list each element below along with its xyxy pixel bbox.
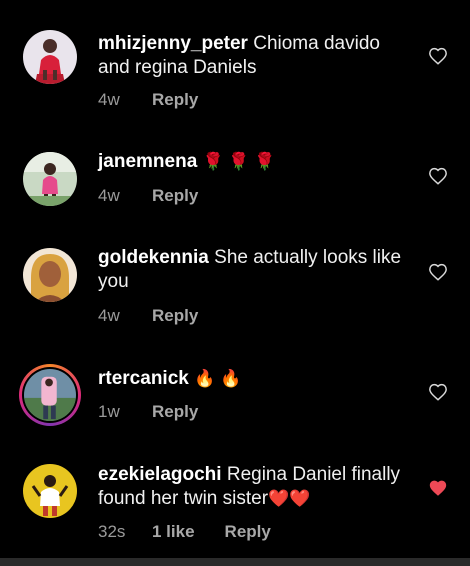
comments-list: mhizjenny_peter Chioma davido and regina… [0, 0, 470, 566]
comment-username[interactable]: goldekennia [98, 247, 209, 268]
comment-username[interactable]: ezekielagochi [98, 464, 222, 485]
comment-emoji: ❤️❤️ [268, 489, 311, 508]
heart-outline-icon[interactable] [428, 263, 448, 281]
reply-button[interactable]: Reply [152, 306, 198, 326]
avatar[interactable] [23, 30, 77, 84]
comment-emoji: 🌹 🌹 🌹 [202, 152, 276, 171]
comment-time: 1w [98, 402, 120, 421]
comment-text: ezekielagochi Regina Daniel finally foun… [98, 463, 408, 511]
comment-meta: 4w Reply [98, 306, 198, 326]
bottom-bar [0, 558, 470, 566]
reply-button[interactable]: Reply [152, 402, 198, 422]
avatar-image [23, 464, 77, 518]
heart-outline-icon[interactable] [428, 383, 448, 401]
comment-emoji: 🔥 🔥 [194, 369, 242, 388]
comment-text: goldekennia She actually looks like you [98, 246, 408, 294]
reply-button[interactable]: Reply [225, 522, 271, 542]
avatar[interactable] [23, 152, 77, 206]
comment-meta: 4w Reply [98, 90, 198, 110]
comment-time: 4w [98, 90, 120, 109]
comment-meta: 32s 1 like Reply [98, 522, 271, 542]
reply-button[interactable]: Reply [152, 90, 198, 110]
comment-text: janemnena 🌹 🌹 🌹 [98, 150, 408, 174]
comment-username[interactable]: rtercanick [98, 368, 189, 389]
avatar-story-ring[interactable] [19, 364, 81, 426]
comment-username[interactable]: janemnena [98, 151, 197, 172]
comment-username[interactable]: mhizjenny_peter [98, 33, 248, 54]
avatar-image [23, 30, 77, 84]
reply-button[interactable]: Reply [152, 186, 198, 206]
comment-meta: 4w Reply [98, 186, 198, 206]
heart-outline-icon[interactable] [428, 47, 448, 65]
heart-outline-icon[interactable] [428, 167, 448, 185]
avatar-image [23, 248, 77, 302]
avatar-image [24, 369, 76, 421]
comment-time: 4w [98, 186, 120, 205]
comment-meta: 1w Reply [98, 402, 198, 422]
comment-text: mhizjenny_peter Chioma davido and regina… [98, 32, 408, 80]
avatar-image [23, 152, 77, 206]
comment-time: 4w [98, 306, 120, 325]
comment-time: 32s [98, 522, 126, 541]
comment-text: rtercanick 🔥 🔥 [98, 367, 408, 391]
heart-filled-icon[interactable] [428, 479, 448, 497]
avatar[interactable] [23, 464, 77, 518]
avatar[interactable] [23, 248, 77, 302]
comment-likes[interactable]: 1 like [152, 522, 195, 542]
